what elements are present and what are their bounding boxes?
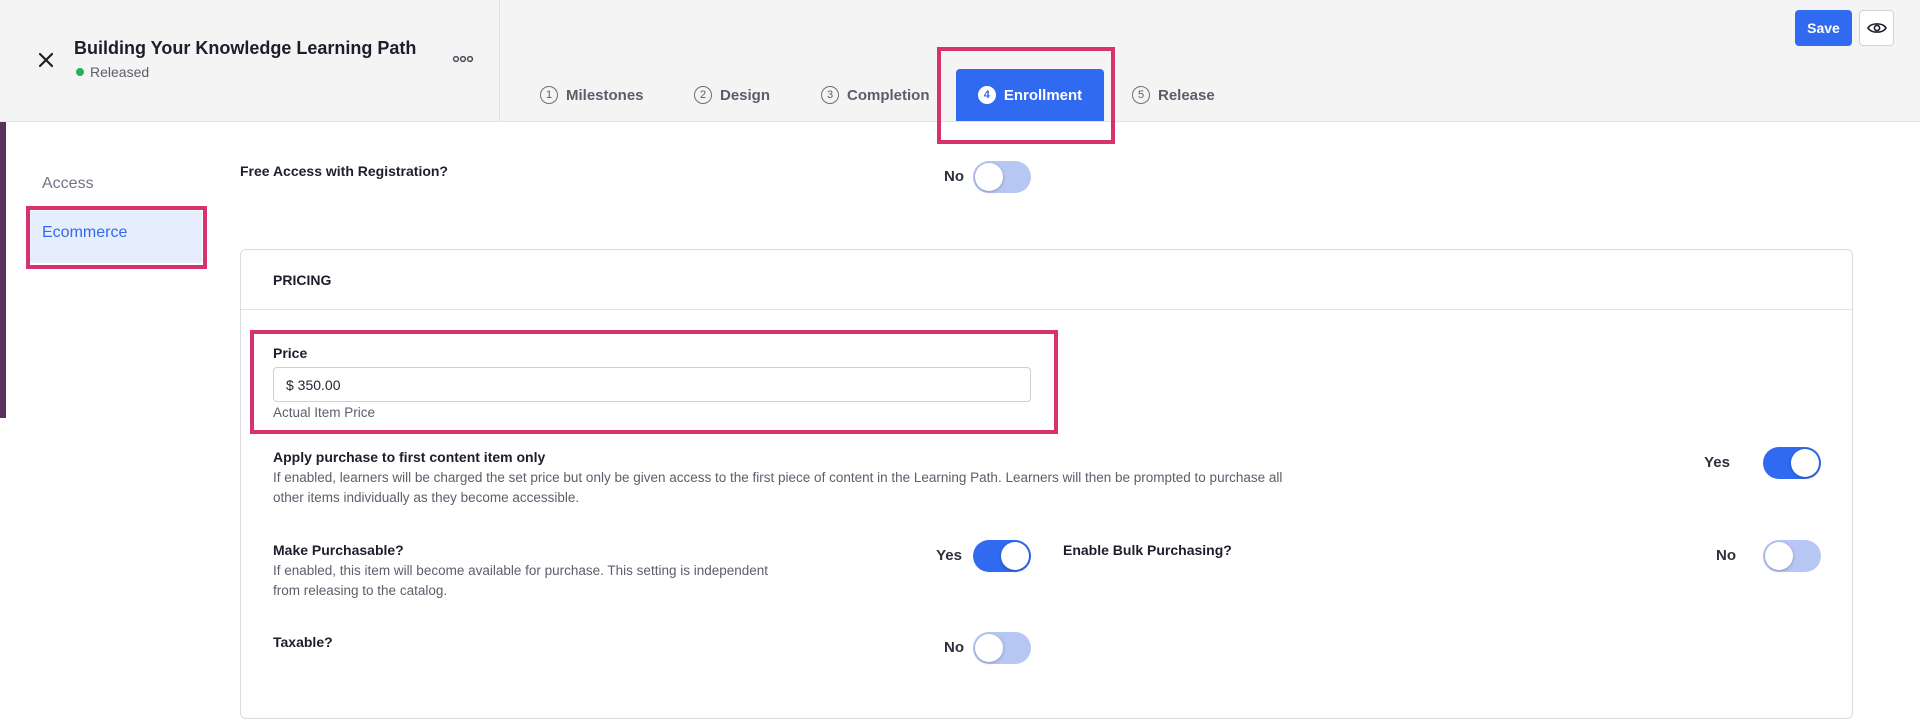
tab-milestones[interactable]: 1 Milestones (540, 74, 644, 116)
step-number-icon: 5 (1132, 86, 1150, 104)
status-dot-icon (76, 68, 84, 76)
tab-label: Milestones (566, 86, 644, 104)
bulk-purchasing-toggle[interactable] (1763, 540, 1821, 572)
apply-first-label: Apply purchase to first content item onl… (273, 449, 546, 465)
tab-release[interactable]: 5 Release (1132, 74, 1215, 116)
apply-first-toggle-label: Yes (1704, 454, 1730, 471)
tab-design[interactable]: 2 Design (694, 74, 770, 116)
step-number-icon: 2 (694, 86, 712, 104)
sidebar-item-access[interactable]: Access (42, 175, 94, 193)
status-text: Released (90, 64, 150, 80)
free-access-label: Free Access with Registration? (240, 163, 448, 179)
purchasable-desc-line2: from releasing to the catalog. (273, 583, 448, 598)
tab-label: Design (720, 86, 771, 104)
more-horizontal-icon (452, 55, 474, 63)
close-button[interactable] (32, 46, 60, 74)
highlight-box-sidebar (26, 206, 207, 269)
purchasable-label: Make Purchasable? (273, 542, 404, 558)
taxable-toggle-label: No (944, 639, 964, 656)
close-icon (38, 52, 54, 68)
tab-completion[interactable]: 3 Completion (821, 74, 930, 116)
pricing-divider (241, 309, 1852, 310)
more-options-button[interactable] (450, 50, 476, 68)
purchasable-desc-line1: If enabled, this item will become availa… (273, 563, 769, 578)
bulk-purchasing-toggle-label: No (1716, 547, 1736, 564)
pricing-heading: PRICING (273, 272, 332, 288)
free-access-toggle-label: No (944, 168, 964, 185)
header-divider (499, 0, 500, 121)
highlight-box-price (250, 330, 1058, 434)
tab-label: Release (1158, 86, 1215, 104)
toggle-knob (975, 634, 1003, 662)
taxable-toggle[interactable] (973, 632, 1031, 664)
step-number-icon: 1 (540, 86, 558, 104)
bulk-purchasing-label: Enable Bulk Purchasing? (1063, 542, 1232, 558)
apply-first-desc-line2: other items individually as they become … (273, 490, 580, 505)
highlight-box-tab (937, 47, 1115, 144)
purchasable-toggle-label: Yes (936, 547, 962, 564)
page-title: Building Your Knowledge Learning Path (74, 38, 417, 58)
status-badge: Released (76, 64, 149, 80)
toggle-knob (975, 163, 1003, 191)
save-button[interactable]: Save (1795, 10, 1852, 46)
toggle-knob (1791, 449, 1819, 477)
step-number-icon: 3 (821, 86, 839, 104)
apply-first-toggle[interactable] (1763, 447, 1821, 479)
apply-first-desc-line1: If enabled, learners will be charged the… (273, 470, 1283, 485)
purchasable-toggle[interactable] (973, 540, 1031, 572)
preview-button[interactable] (1859, 10, 1894, 46)
free-access-toggle[interactable] (973, 161, 1031, 193)
eye-icon (1866, 23, 1887, 33)
tab-label: Completion (847, 86, 930, 104)
toggle-knob (1001, 542, 1029, 570)
taxable-label: Taxable? (273, 634, 333, 650)
toggle-knob (1765, 542, 1793, 570)
